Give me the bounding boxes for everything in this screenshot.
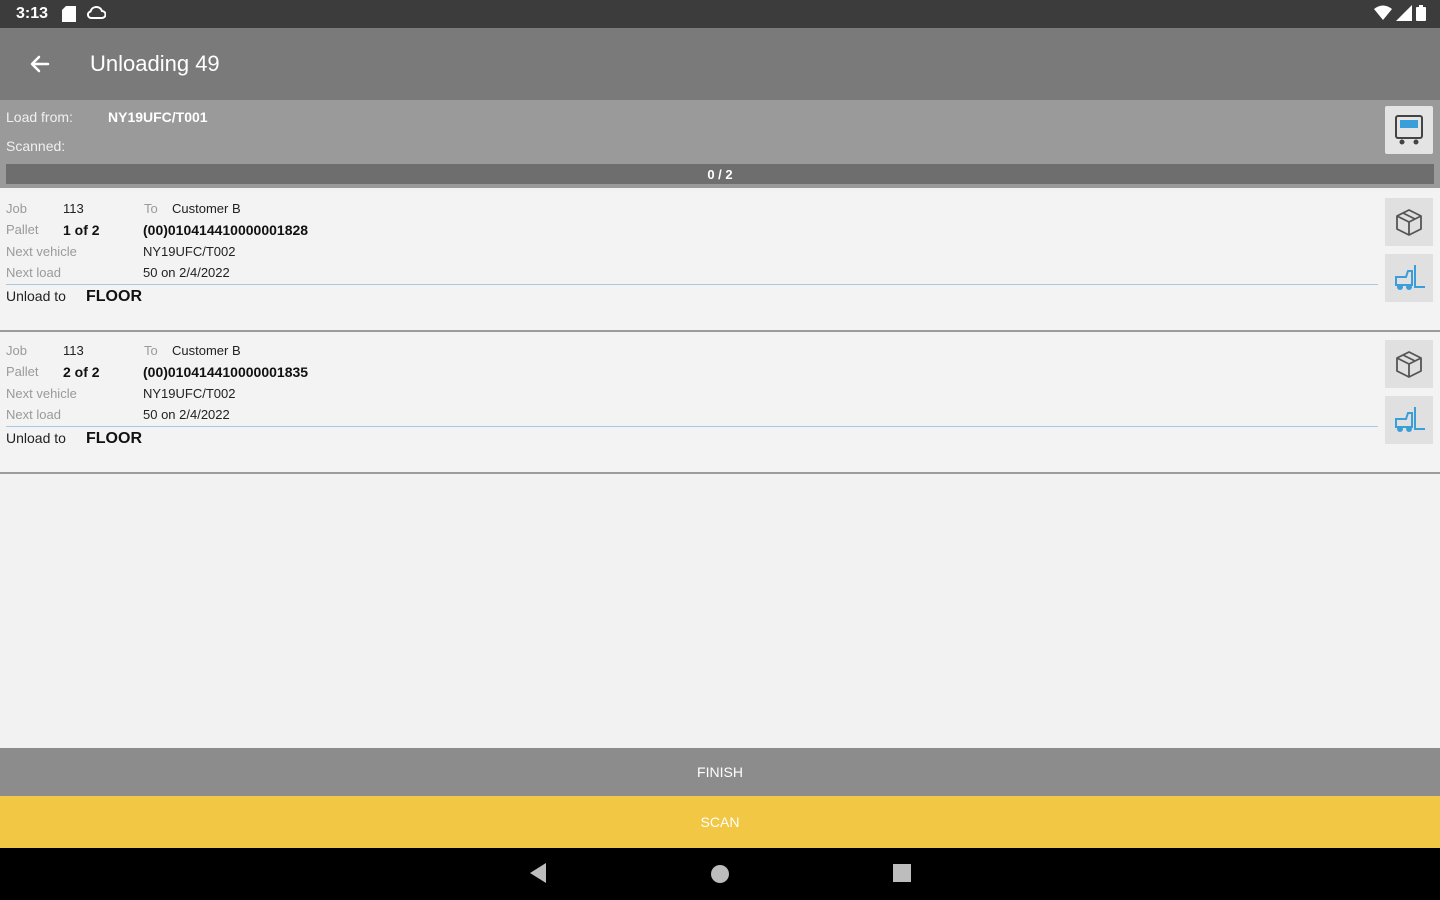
card-divider	[6, 426, 1378, 427]
status-right-icons	[1374, 5, 1426, 21]
page-title: Unloading 49	[90, 51, 220, 76]
next-load-value: 50 on 2/4/2022	[143, 407, 230, 422]
next-vehicle-value: NY19UFC/T002	[143, 386, 236, 401]
cloud-icon	[86, 5, 106, 19]
scan-progress-text: 0 / 2	[707, 166, 733, 182]
unload-forklift-button[interactable]	[1385, 396, 1433, 444]
box-icon	[1396, 351, 1422, 378]
card-divider	[6, 284, 1378, 285]
nav-back-icon[interactable]	[528, 862, 548, 884]
battery-icon	[1416, 5, 1426, 21]
arrow-back-icon	[30, 55, 50, 73]
scan-button-label: SCAN	[700, 814, 740, 830]
job-label: Job	[6, 201, 27, 216]
to-label: To	[144, 201, 158, 216]
forklift-icon	[1395, 407, 1425, 432]
scan-progress-bar: 0 / 2	[6, 164, 1434, 184]
unload-forklift-button[interactable]	[1385, 254, 1433, 302]
forklift-icon	[1395, 265, 1425, 290]
signal-icon	[1396, 5, 1412, 21]
load-from-value: NY19UFC/T001	[108, 109, 208, 125]
app-bar: Unloading 49	[0, 28, 1440, 100]
job-value: 113	[63, 201, 84, 216]
truck-icon	[1395, 115, 1423, 145]
job-value: 113	[63, 343, 84, 358]
finish-button-label: FINISH	[697, 764, 743, 780]
pallet-details-button[interactable]	[1385, 340, 1433, 388]
next-load-value: 50 on 2/4/2022	[143, 265, 230, 280]
pallet-barcode: (00)010414410000001828	[143, 222, 309, 238]
back-button[interactable]	[24, 48, 56, 80]
scanned-label: Scanned:	[6, 138, 66, 154]
system-nav-bar	[0, 848, 1440, 900]
nav-recents-icon[interactable]	[893, 864, 911, 882]
pallet-barcode: (00)010414410000001835	[143, 364, 309, 380]
nav-home-icon[interactable]	[710, 864, 730, 884]
pallet-card[interactable]: Job 113 To Customer B Pallet 2 of 2 (00)…	[0, 334, 1440, 474]
load-header: Load from: NY19UFC/T001 Scanned: 0 / 2	[0, 100, 1440, 188]
to-value: Customer B	[172, 343, 241, 358]
next-load-label: Next load	[6, 407, 61, 422]
to-value: Customer B	[172, 201, 241, 216]
finish-button[interactable]: FINISH	[0, 748, 1440, 796]
unload-to-label: Unload to	[6, 430, 66, 446]
next-vehicle-label: Next vehicle	[6, 386, 77, 401]
job-label: Job	[6, 343, 27, 358]
unload-to-value: FLOOR	[86, 430, 142, 447]
next-load-label: Next load	[6, 265, 61, 280]
wifi-icon	[1374, 5, 1392, 20]
status-time: 3:13	[16, 5, 49, 22]
next-vehicle-value: NY19UFC/T002	[143, 244, 236, 259]
pallet-label: Pallet	[6, 222, 39, 237]
pallet-card[interactable]: Job 113 To Customer B Pallet 1 of 2 (00)…	[0, 192, 1440, 332]
to-label: To	[144, 343, 158, 358]
pallet-value: 2 of 2	[63, 364, 100, 380]
unload-to-label: Unload to	[6, 288, 66, 304]
pallet-details-button[interactable]	[1385, 198, 1433, 246]
pallet-label: Pallet	[6, 364, 39, 379]
status-bar: 3:13	[0, 0, 1440, 28]
vehicle-button[interactable]	[1385, 106, 1433, 154]
sd-card-icon	[62, 6, 76, 22]
scan-button[interactable]: SCAN	[0, 796, 1440, 848]
box-icon	[1396, 209, 1422, 236]
next-vehicle-label: Next vehicle	[6, 244, 77, 259]
unload-to-value: FLOOR	[86, 288, 142, 305]
load-from-label: Load from:	[6, 109, 73, 125]
pallet-value: 1 of 2	[63, 222, 100, 238]
